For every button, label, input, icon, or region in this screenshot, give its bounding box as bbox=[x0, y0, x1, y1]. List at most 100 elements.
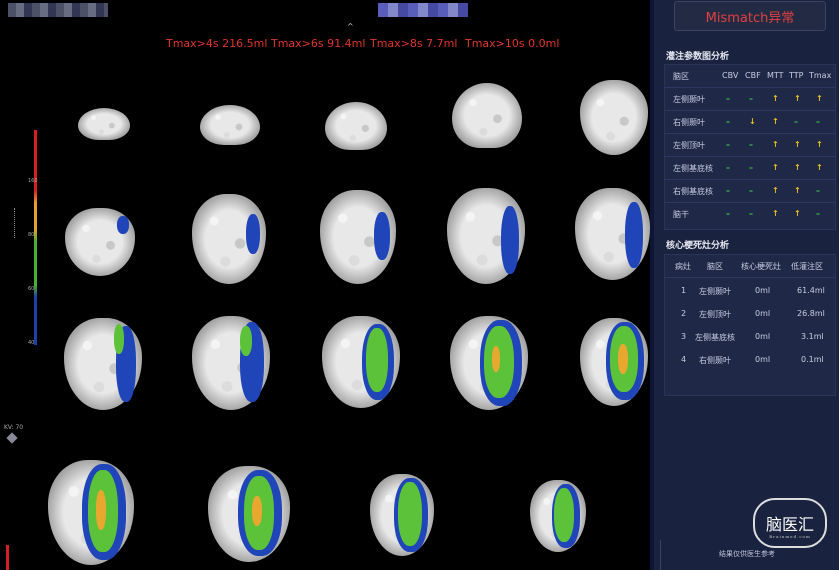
ttp-cell: ↑ bbox=[794, 163, 801, 172]
mtt-cell: ↑ bbox=[772, 186, 779, 195]
table-row[interactable]: 3 左侧基底核 0ml 3.1ml bbox=[665, 326, 835, 348]
tmax-cell: – bbox=[816, 209, 820, 218]
color-scale-bar bbox=[34, 130, 37, 345]
col-header: 脑区 bbox=[707, 262, 723, 271]
tmax-8s-volume: Tmax>8s 7.7ml bbox=[370, 37, 458, 50]
table-row[interactable]: 4 右侧颞叶 0ml 0.1ml bbox=[665, 349, 835, 371]
perfusion-header-row: 脑区 CBV CBF MTT TTP Tmax bbox=[665, 65, 835, 88]
region-cell: 左侧基底核 bbox=[673, 164, 713, 173]
region-cell: 左侧顶叶 bbox=[699, 310, 731, 319]
col-header: 低灌注区 bbox=[791, 262, 823, 271]
cbv-cell: – bbox=[726, 94, 730, 103]
lesion-id-cell: 4 bbox=[681, 355, 687, 364]
core-volume-cell: 0ml bbox=[755, 286, 771, 295]
cbf-cell: ↓ bbox=[749, 117, 756, 126]
tmax-cell: – bbox=[816, 117, 820, 126]
cbv-cell: – bbox=[726, 163, 730, 172]
brain-slice[interactable] bbox=[192, 316, 270, 410]
footer-divider bbox=[660, 540, 661, 570]
brain-slice[interactable] bbox=[325, 102, 387, 150]
table-row[interactable]: 左侧基底核 – – ↑ ↑ ↑ bbox=[665, 157, 835, 180]
table-row[interactable]: 1 左侧颞叶 0ml 61.4ml bbox=[665, 280, 835, 302]
low-perfusion-cell: 26.8ml bbox=[797, 309, 825, 318]
brainmed-logo: 脑医汇 Brainmed.com bbox=[753, 498, 827, 548]
tmax-cell: ↑ bbox=[816, 163, 823, 172]
brain-slice[interactable] bbox=[452, 83, 522, 148]
scale-ruler bbox=[14, 208, 17, 238]
table-row[interactable]: 右侧基底核 – – ↑ ↑ – bbox=[665, 180, 835, 203]
redacted-title-center bbox=[378, 3, 468, 17]
kv-label: KV: 70 bbox=[4, 424, 24, 431]
cbf-cell: – bbox=[749, 140, 753, 149]
region-cell: 左侧颞叶 bbox=[699, 287, 731, 296]
table-row[interactable]: 2 左侧顶叶 0ml 26.8ml bbox=[665, 303, 835, 325]
mtt-cell: ↑ bbox=[772, 94, 779, 103]
scale-label-80: 80 bbox=[28, 232, 35, 238]
region-cell: 左侧顶叶 bbox=[673, 141, 705, 150]
scroll-indicator[interactable] bbox=[6, 545, 9, 570]
brain-slice[interactable] bbox=[447, 188, 525, 284]
low-perfusion-cell: 3.1ml bbox=[801, 332, 824, 341]
brain-slice[interactable] bbox=[64, 318, 142, 410]
scale-label-160: 160 bbox=[28, 178, 38, 184]
cbf-cell: – bbox=[749, 186, 753, 195]
collapse-caret-icon[interactable]: ^ bbox=[347, 22, 354, 31]
col-header: CBV bbox=[722, 71, 739, 80]
mtt-cell: ↑ bbox=[772, 163, 779, 172]
tmax-summary: Tmax>4s 216.5ml Tmax>6s 91.4ml Tmax>8s 7… bbox=[0, 37, 650, 51]
col-header: 脑区 bbox=[673, 72, 689, 81]
lesion-id-cell: 2 bbox=[681, 309, 687, 318]
region-cell: 右侧基底核 bbox=[673, 187, 713, 196]
tmax-cell: – bbox=[816, 186, 820, 195]
brain-slice[interactable] bbox=[200, 105, 260, 145]
table-row[interactable]: 右侧颞叶 – ↓ ↑ – – bbox=[665, 111, 835, 134]
region-cell: 右侧颞叶 bbox=[673, 118, 705, 127]
col-header: CBF bbox=[745, 71, 761, 80]
ttp-cell: ↑ bbox=[794, 209, 801, 218]
tmax-cell: ↑ bbox=[816, 140, 823, 149]
cbv-cell: – bbox=[726, 209, 730, 218]
mtt-cell: ↑ bbox=[772, 140, 779, 149]
analysis-sidebar: Mismatch异常 灌注参数图分析 脑区 CBV CBF MTT TTP Tm… bbox=[654, 0, 839, 570]
core-infarct-section-title: 核心梗死灶分析 bbox=[666, 241, 730, 251]
cbv-cell: – bbox=[726, 117, 730, 126]
perfusion-table: 脑区 CBV CBF MTT TTP Tmax 左侧颞叶 – – ↑ ↑ ↑ 右… bbox=[664, 64, 836, 230]
logo-subtext: Brainmed.com bbox=[769, 534, 811, 539]
app-window: ^ Tmax>4s 216.5ml Tmax>6s 91.4ml Tmax>8s… bbox=[0, 0, 839, 570]
logo-text: 脑医汇 bbox=[765, 515, 814, 534]
low-perfusion-cell: 61.4ml bbox=[797, 286, 825, 295]
col-header: 核心梗死灶 bbox=[741, 262, 781, 271]
region-cell: 左侧颞叶 bbox=[673, 95, 705, 104]
lesion-id-cell: 3 bbox=[681, 332, 687, 341]
perfusion-section-title: 灌注参数图分析 bbox=[666, 52, 730, 62]
core-volume-cell: 0ml bbox=[755, 332, 771, 341]
ttp-cell: ↑ bbox=[794, 186, 801, 195]
tmax-10s-volume: Tmax>10s 0.0ml bbox=[465, 37, 560, 50]
col-header: TTP bbox=[789, 71, 804, 80]
brain-slice[interactable] bbox=[78, 108, 130, 140]
core-volume-cell: 0ml bbox=[755, 309, 771, 318]
tmax-6s-volume: Tmax>6s 91.4ml bbox=[271, 37, 366, 50]
redacted-title-left bbox=[8, 3, 108, 17]
col-header: 病灶 bbox=[675, 262, 691, 271]
cbf-cell: – bbox=[749, 163, 753, 172]
mtt-cell: ↑ bbox=[772, 117, 779, 126]
table-row[interactable]: 脑干 – – ↑ ↑ – bbox=[665, 203, 835, 225]
scale-label-60: 60 bbox=[28, 286, 35, 292]
mtt-cell: ↑ bbox=[772, 209, 779, 218]
core-infarct-table: 病灶 脑区 核心梗死灶 低灌注区 1 左侧颞叶 0ml 61.4ml 2 左侧顶… bbox=[664, 254, 836, 396]
mismatch-status-button[interactable]: Mismatch异常 bbox=[674, 1, 826, 31]
table-row[interactable]: 左侧顶叶 – – ↑ ↑ ↑ bbox=[665, 134, 835, 157]
disclaimer-text: 结果仅供医生参考 bbox=[719, 550, 775, 558]
cbf-cell: – bbox=[749, 209, 753, 218]
region-cell: 右侧颞叶 bbox=[699, 356, 731, 365]
title-bar bbox=[0, 0, 650, 23]
lesion-id-cell: 1 bbox=[681, 286, 687, 295]
ttp-cell: ↑ bbox=[794, 94, 801, 103]
cbv-cell: – bbox=[726, 140, 730, 149]
table-row[interactable]: 左侧颞叶 – – ↑ ↑ ↑ bbox=[665, 88, 835, 111]
core-header-row: 病灶 脑区 核心梗死灶 低灌注区 bbox=[665, 255, 835, 278]
core-volume-cell: 0ml bbox=[755, 355, 771, 364]
col-header: MTT bbox=[767, 71, 784, 80]
ttp-cell: ↑ bbox=[794, 140, 801, 149]
